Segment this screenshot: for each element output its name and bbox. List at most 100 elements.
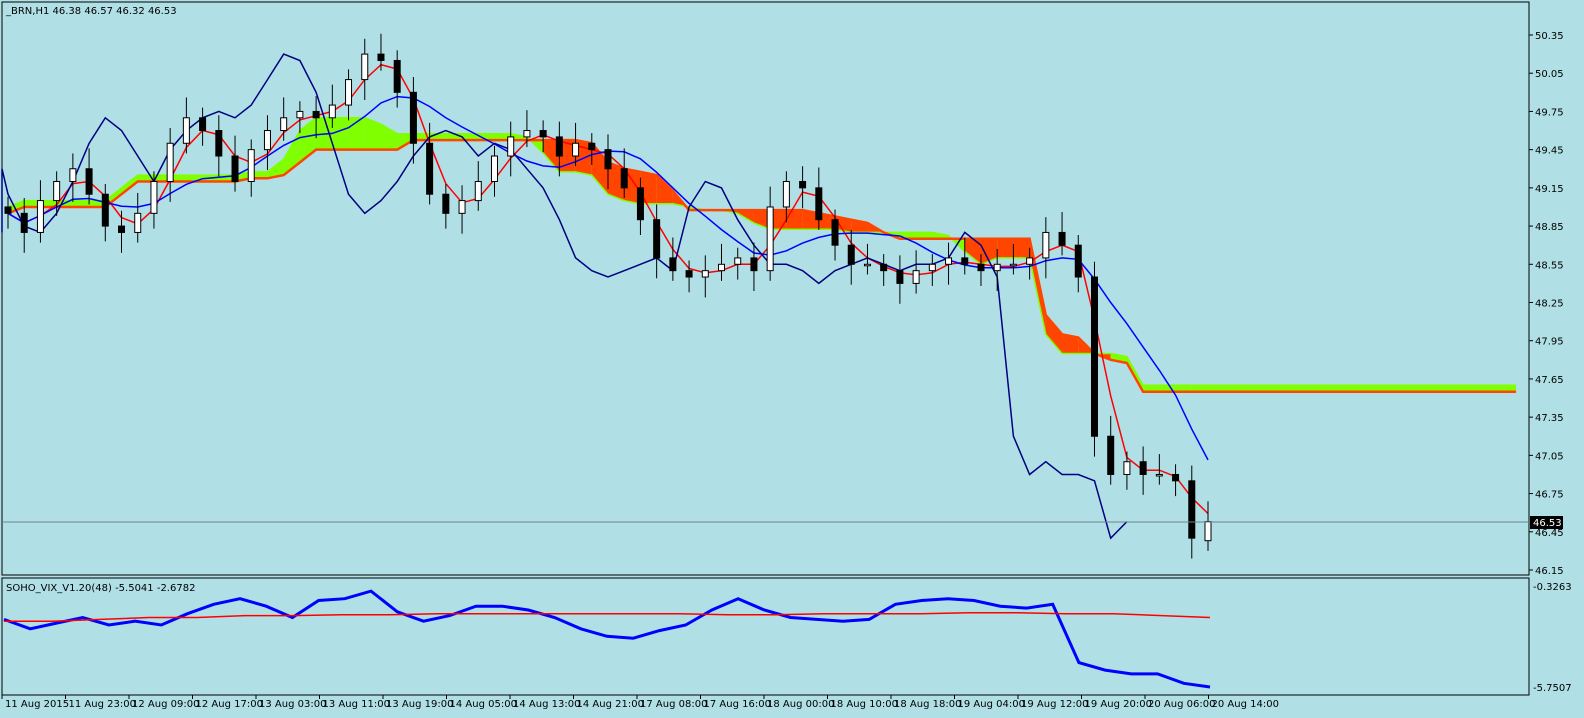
candle-body (166, 142, 174, 182)
candle-body (4, 206, 12, 214)
time-axis-label: 20 Aug 14:00 (1212, 699, 1279, 710)
time-axis-label: 19 Aug 04:00 (958, 699, 1025, 710)
price-axis-label: 48.55 (1535, 260, 1564, 271)
candle-body (572, 142, 580, 157)
price-axis-label: 47.95 (1535, 337, 1564, 348)
candle-body (799, 180, 807, 189)
candle-body (36, 200, 44, 233)
candle-body (847, 244, 855, 265)
time-axis-label: 14 Aug 21:00 (577, 699, 644, 710)
cloud-segment (332, 117, 349, 150)
candle-body (409, 91, 417, 144)
candle-body (53, 180, 61, 202)
price-axis-label: 46.45 (1535, 528, 1564, 539)
time-axis-label: 13 Aug 11:00 (323, 699, 390, 710)
candle-body (118, 225, 126, 233)
time-axis-label: 19 Aug 12:00 (1021, 699, 1088, 710)
sub-axis-bottom-label: -5.7507 (1533, 683, 1572, 694)
price-axis-label: 50.05 (1535, 69, 1564, 80)
candle-body (863, 263, 871, 267)
time-axis-label: 11 Aug 23:00 (69, 699, 136, 710)
candle-body (912, 270, 920, 284)
candle-body (782, 180, 790, 208)
candle-body (1107, 435, 1115, 475)
candle-body (426, 142, 434, 195)
candle-body (458, 200, 466, 214)
candle-body (1058, 231, 1066, 246)
candle-body (977, 263, 985, 272)
price-axis-label: 48.25 (1535, 299, 1564, 310)
candle-body (247, 149, 255, 182)
candle-body (101, 193, 109, 227)
candle-body (280, 117, 288, 132)
candle-body (1123, 461, 1131, 475)
candle-body (734, 257, 742, 265)
candle-body (474, 180, 482, 202)
time-axis-label: 13 Aug 03:00 (259, 699, 326, 710)
time-axis-label: 18 Aug 18:00 (894, 699, 961, 710)
candle-body (296, 110, 304, 119)
candle-body (377, 53, 385, 61)
candle-body (669, 257, 677, 272)
candle-body (620, 168, 628, 189)
candle-body (993, 263, 1001, 272)
time-axis-label: 19 Aug 20:00 (1085, 699, 1152, 710)
price-axis-label: 49.75 (1535, 107, 1564, 118)
price-axis-label: 48.85 (1535, 222, 1564, 233)
trading-chart[interactable]: _BRN,H1 46.38 46.57 46.32 46.53 50.3550.… (0, 0, 1584, 718)
candle-body (215, 130, 223, 157)
candle-body (750, 257, 758, 272)
candle-body (442, 193, 450, 214)
candle-body (490, 155, 498, 182)
candle-body (896, 270, 904, 284)
candle-body (815, 187, 823, 221)
price-axis-label: 49.45 (1535, 146, 1564, 157)
candle-body (393, 59, 401, 93)
candle-body (1155, 473, 1163, 477)
candle-body (604, 149, 612, 170)
candle-body (328, 104, 336, 119)
candle-body (685, 270, 693, 278)
main-plot-area[interactable] (1, 1, 1530, 576)
candle-body (20, 212, 28, 233)
candle-body (766, 206, 774, 272)
cloud-segment (1013, 238, 1030, 258)
candle-body (718, 263, 726, 272)
candle-body (1204, 521, 1212, 542)
candle-body (636, 187, 644, 221)
candle-body (134, 212, 142, 233)
candle-body (701, 270, 709, 278)
candle-body (653, 219, 661, 259)
time-axis-label: 14 Aug 13:00 (513, 699, 580, 710)
candle-body (831, 219, 839, 246)
candle-body (199, 117, 207, 132)
candle-body (523, 130, 531, 138)
candle-body (182, 117, 190, 144)
time-axis: 11 Aug 2015 11 Aug 23:0012 Aug 09:0012 Au… (1, 695, 1279, 710)
candle-body (312, 110, 320, 119)
price-axis-label: 50.35 (1535, 31, 1564, 42)
candle-body (555, 136, 563, 157)
sub-chart-header: SOHO_VIX_V1.20(48) -5.5041 -2.6782 (6, 583, 195, 594)
time-axis-label: 11 Aug 2015 (5, 699, 69, 710)
time-axis-label: 14 Aug 05:00 (450, 699, 517, 710)
current-price-label: 46.53 (1533, 518, 1562, 529)
candle-body (231, 155, 239, 182)
candle-body (1074, 244, 1082, 278)
candle-body (507, 136, 515, 157)
candle-body (928, 263, 936, 272)
time-axis-label: 12 Aug 17:00 (196, 699, 263, 710)
candle-body (1188, 480, 1196, 539)
candle-body (263, 130, 271, 151)
cloud-segment (997, 238, 1014, 258)
candle-body (945, 257, 953, 265)
candle-body (588, 142, 596, 151)
price-axis-label: 47.05 (1535, 451, 1564, 462)
sub-plot-area[interactable] (1, 577, 1530, 696)
sub-axis-top-label: -0.3263 (1533, 582, 1572, 593)
time-axis-label: 20 Aug 06:00 (1148, 699, 1215, 710)
time-axis-label: 17 Aug 08:00 (640, 699, 707, 710)
candle-body (1172, 473, 1180, 482)
candle-body (1042, 231, 1050, 259)
candle-body (150, 180, 158, 214)
